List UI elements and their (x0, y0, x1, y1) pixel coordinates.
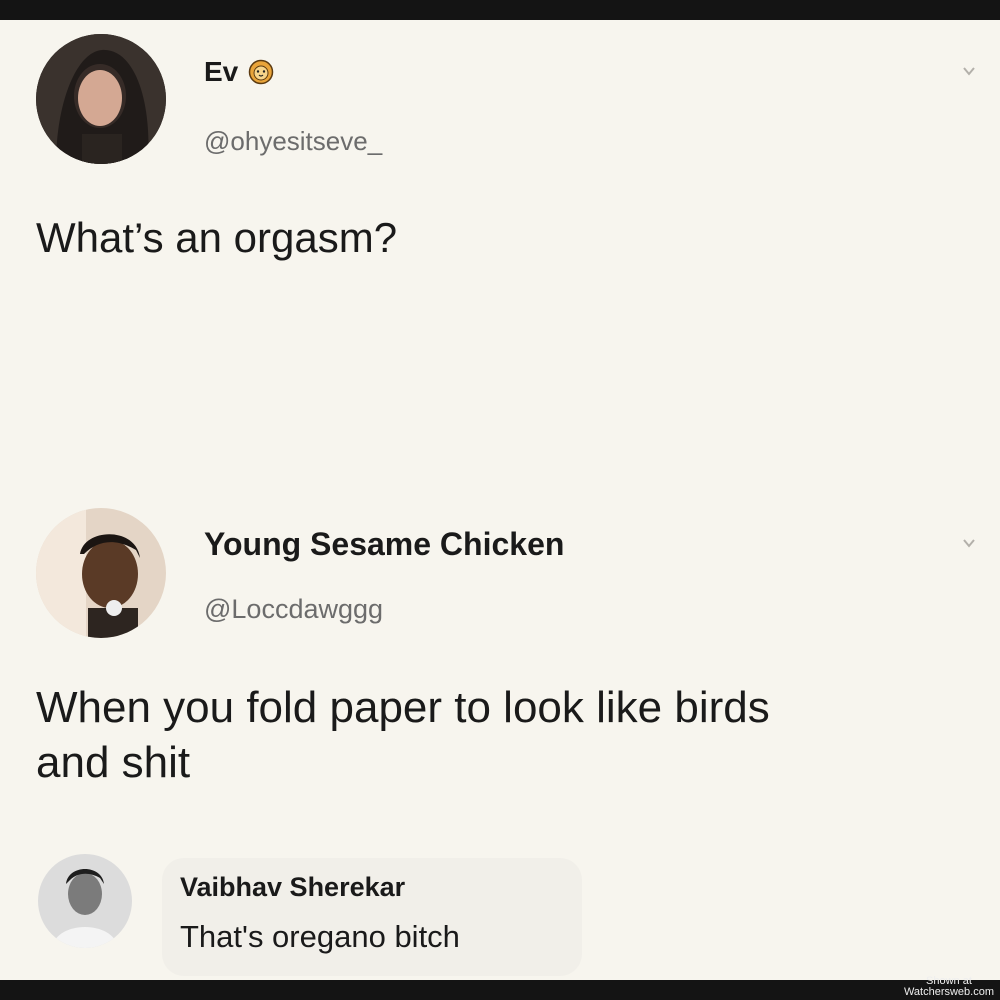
chevron-down-icon[interactable] (962, 64, 976, 78)
avatar-ev[interactable] (36, 34, 166, 164)
reply-tweet-text-line2: and shit (36, 738, 191, 787)
avatar-vaibhav-sherekar-portrait (38, 854, 132, 948)
reply-tweet-text: When you fold paper to look like birds a… (36, 680, 770, 790)
comment-author-name[interactable]: Vaibhav Sherekar (180, 872, 405, 903)
screenshot-frame: Ev @ohyesitseve_ What’s an orgasm? Young… (0, 0, 1000, 1000)
tweet-canvas: Ev @ohyesitseve_ What’s an orgasm? Young… (0, 20, 1000, 980)
watermark: Shown at Watchersweb.com (904, 976, 994, 998)
tweet-text: What’s an orgasm? (36, 214, 398, 261)
author-handle-ev[interactable]: @ohyesitseve_ (204, 126, 382, 157)
author-name-young-sesame-chicken[interactable]: Young Sesame Chicken (204, 526, 564, 563)
author-name-ev[interactable]: Ev (204, 56, 274, 92)
avatar-young-sesame-chicken[interactable] (36, 508, 166, 638)
avatar-vaibhav-sherekar[interactable] (38, 854, 132, 948)
avatar-ev-portrait (36, 34, 166, 164)
author-name-text: Ev (204, 56, 239, 87)
avatar-young-sesame-chicken-portrait (36, 508, 166, 638)
author-handle-loccdawggg[interactable]: @Loccdawggg (204, 594, 383, 625)
lion-face-icon (248, 59, 274, 92)
chevron-down-icon[interactable] (962, 536, 976, 550)
reply-tweet-text-line1: When you fold paper to look like birds (36, 683, 770, 732)
watermark-line2: Watchersweb.com (903, 986, 994, 998)
comment-text: That's oregano bitch (180, 919, 460, 954)
